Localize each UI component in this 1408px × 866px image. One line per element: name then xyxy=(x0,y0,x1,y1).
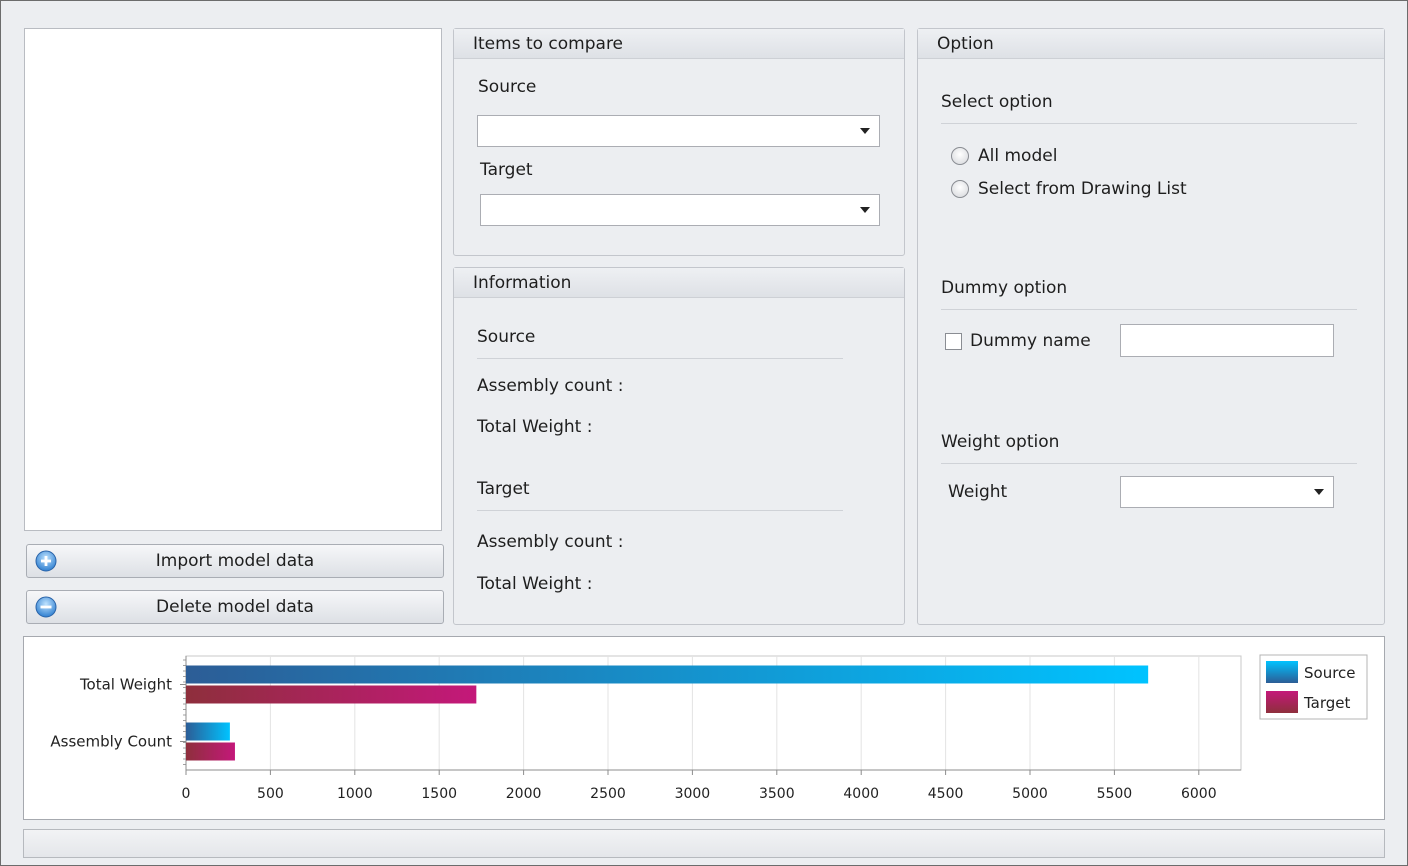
x-tick-label: 1500 xyxy=(421,786,457,802)
comparison-bar-chart: 0 500 1000 1500 2000 2500 3000 3500 4000 4500 5000… xyxy=(50,654,1368,802)
radio-select-from-drawing-list[interactable]: Select from Drawing List xyxy=(951,179,1187,199)
x-tick-label: 4500 xyxy=(928,786,964,802)
radio-drawing-list-label: Select from Drawing List xyxy=(978,179,1187,199)
import-button-label: Import model data xyxy=(155,551,315,571)
x-tick-label: 3500 xyxy=(759,786,795,802)
delete-model-data-button[interactable]: Delete model data xyxy=(26,590,444,624)
x-tick-label: 2500 xyxy=(590,786,626,802)
bar-source xyxy=(186,665,1149,684)
weight-label: Weight xyxy=(948,482,1008,502)
comparison-chart-panel: 0 500 1000 1500 2000 2500 3000 3500 4000 4500 5000… xyxy=(23,636,1385,820)
y-category-label: Assembly Count xyxy=(50,733,172,751)
radio-all-model-label: All model xyxy=(978,146,1058,166)
x-tick-label: 0 xyxy=(182,786,191,802)
dummy-name-input[interactable] xyxy=(1120,324,1334,357)
select-option-heading: Select option xyxy=(941,92,1053,112)
x-tick-label: 500 xyxy=(257,786,284,802)
items-to-compare-title: Items to compare xyxy=(454,29,904,59)
radio-all-model[interactable]: All model xyxy=(951,146,1057,166)
bar-source xyxy=(186,722,230,741)
import-model-data-button[interactable]: Import model data xyxy=(26,544,444,578)
information-group: Information Source Assembly count : Tota… xyxy=(453,267,905,625)
status-bar xyxy=(23,829,1385,858)
info-target-heading: Target xyxy=(477,479,530,499)
dummy-name-label: Dummy name xyxy=(970,331,1091,351)
minus-circle-icon xyxy=(35,596,57,618)
legend-swatch-source xyxy=(1266,661,1298,683)
plus-circle-icon xyxy=(35,550,57,572)
delete-button-label: Delete model data xyxy=(156,597,314,617)
x-tick-label: 5500 xyxy=(1097,786,1133,802)
model-list[interactable] xyxy=(24,28,442,531)
main-window: Import model data Delete model data Item… xyxy=(0,0,1408,866)
legend-label-target: Target xyxy=(1303,694,1351,712)
weight-option-heading: Weight option xyxy=(941,432,1060,452)
radio-circle-icon xyxy=(951,147,969,165)
information-title: Information xyxy=(454,268,904,298)
target-total-weight-label: Total Weight : xyxy=(477,574,593,594)
info-source-heading: Source xyxy=(477,327,536,347)
source-total-weight-label: Total Weight : xyxy=(477,417,593,437)
x-tick-label: 3000 xyxy=(675,786,711,802)
dummy-option-separator xyxy=(941,309,1357,310)
target-assembly-count-label: Assembly count : xyxy=(477,532,624,552)
dummy-name-checkbox[interactable]: Dummy name xyxy=(945,331,1091,351)
chevron-down-icon xyxy=(860,128,870,134)
source-assembly-count-label: Assembly count : xyxy=(477,376,624,396)
select-option-separator xyxy=(941,123,1357,124)
option-group: Option Select option All model Select fr… xyxy=(917,28,1385,625)
legend-label-source: Source xyxy=(1304,664,1356,682)
option-title: Option xyxy=(918,29,1384,59)
radio-circle-icon xyxy=(951,180,969,198)
x-tick-label: 2000 xyxy=(506,786,542,802)
x-tick-label: 6000 xyxy=(1181,786,1217,802)
source-label: Source xyxy=(478,77,537,97)
weight-combobox[interactable] xyxy=(1120,476,1334,508)
x-tick-label: 1000 xyxy=(337,786,373,802)
bar-target xyxy=(186,685,477,704)
target-combobox[interactable] xyxy=(480,194,880,226)
source-combobox[interactable] xyxy=(477,115,880,147)
info-target-separator xyxy=(477,510,843,511)
info-source-separator xyxy=(477,358,843,359)
chevron-down-icon xyxy=(1314,489,1324,495)
chevron-down-icon xyxy=(860,207,870,213)
y-category-label: Total Weight xyxy=(79,676,172,694)
legend-swatch-target xyxy=(1266,691,1298,713)
dummy-option-heading: Dummy option xyxy=(941,278,1068,298)
x-tick-label: 4000 xyxy=(843,786,879,802)
x-tick-label: 5000 xyxy=(1012,786,1048,802)
checkbox-icon xyxy=(945,332,962,350)
items-to-compare-group: Items to compare Source Target xyxy=(453,28,905,256)
weight-option-separator xyxy=(941,463,1357,464)
bar-target xyxy=(186,742,235,761)
target-label: Target xyxy=(480,160,533,180)
